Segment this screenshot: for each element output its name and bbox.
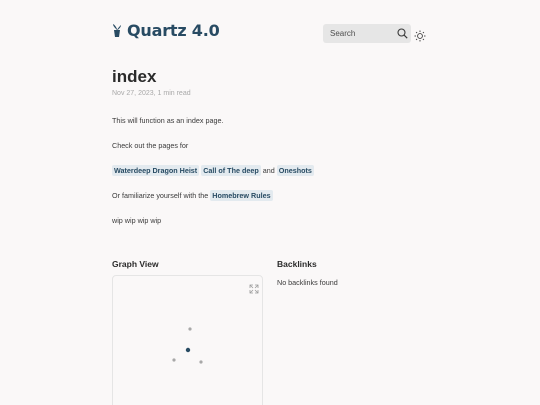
backlinks-empty-text: No backlinks found — [277, 278, 338, 287]
search-icon — [397, 28, 408, 39]
link-homebrew-rules[interactable]: Homebrew Rules — [210, 190, 273, 201]
graph-view-title: Graph View — [112, 259, 159, 269]
page-meta: Nov 27, 2023, 1 min read — [112, 90, 191, 97]
intro-paragraph: This will function as an index page. — [112, 116, 224, 125]
homebrew-paragraph: Or familiarize yourself with the Homebre… — [112, 190, 273, 201]
link-call-of-the-deep[interactable]: Call of The deep — [201, 165, 261, 176]
article: index Nov 27, 2023, 1 min read This will… — [112, 66, 442, 225]
graph-node-current[interactable] — [185, 347, 191, 353]
search-button[interactable]: Search — [323, 24, 411, 43]
pages-paragraph: Check out the pages for — [112, 141, 189, 150]
graph-svg — [172, 327, 203, 364]
graph-node[interactable] — [188, 327, 192, 331]
and-text: and — [262, 166, 275, 175]
site-title[interactable]: Quartz 4.0 — [127, 21, 220, 40]
backlinks-title: Backlinks — [277, 259, 317, 269]
homebrew-prefix: Or familiarize yourself with the — [112, 191, 209, 200]
graph-view: Graph View — [112, 259, 264, 405]
links-paragraph: Waterdeep Dragon Heist Call of The deep … — [112, 165, 314, 176]
link-oneshots[interactable]: Oneshots — [276, 165, 314, 176]
graph-node[interactable] — [199, 360, 203, 364]
page-title: index — [112, 67, 157, 86]
graph-canvas[interactable] — [112, 275, 263, 405]
backlinks: Backlinks No backlinks found — [277, 259, 437, 287]
search-label: Search — [330, 29, 356, 38]
header: Quartz 4.0 Search — [0, 0, 540, 60]
page: Quartz 4.0 Search index Nov 27, 2023, 1 … — [0, 0, 540, 405]
link-waterdeep-dragon-heist[interactable]: Waterdeep Dragon Heist — [112, 165, 200, 176]
graph-node[interactable] — [172, 358, 176, 362]
site-logo[interactable]: Quartz 4.0 — [112, 21, 220, 40]
sun-icon[interactable] — [414, 27, 426, 42]
wip-paragraph: wip wip wip wip — [112, 216, 162, 225]
plant-pot-icon — [112, 23, 122, 38]
